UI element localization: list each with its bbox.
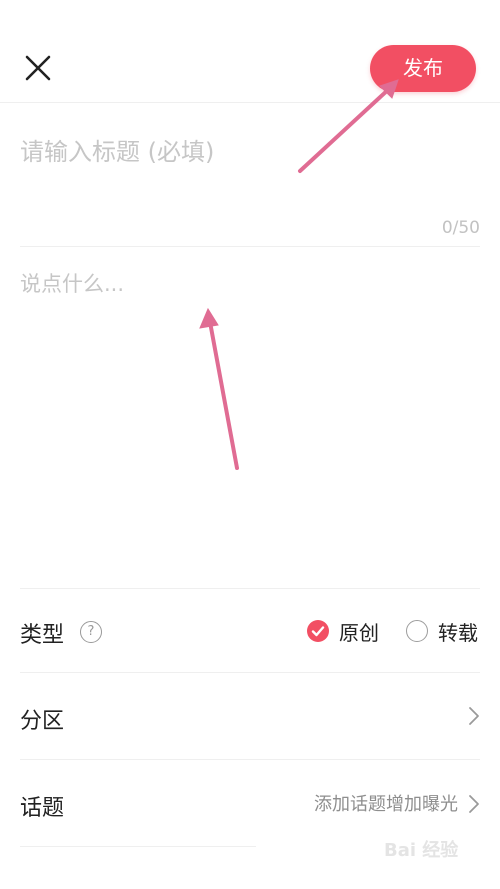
radio-repost-label: 转载 [438,620,478,645]
chevron-right-icon [469,795,479,813]
divider [20,588,480,589]
chevron-right-icon [469,707,479,725]
close-icon [25,55,51,81]
partition-row[interactable]: 分区 [0,673,500,759]
topic-label: 话题 [20,796,65,821]
publish-button[interactable]: 发布 [370,45,476,92]
radio-unchecked-icon [406,620,428,642]
content-input[interactable] [20,268,480,568]
title-char-counter: 0/50 [441,218,480,238]
radio-checked-icon [307,620,329,642]
top-bar: 发布 [0,0,500,102]
help-icon[interactable]: ? [80,621,102,643]
divider [20,246,480,247]
radio-original[interactable]: 原创 [307,617,379,645]
close-button[interactable] [20,50,56,86]
title-input[interactable] [20,130,460,174]
radio-repost[interactable]: 转载 [406,617,478,645]
watermark: Bai 经验 [384,840,459,861]
check-icon [311,626,325,637]
partition-label: 分区 [20,709,65,734]
divider [20,846,256,847]
type-label: 类型 [20,623,65,648]
radio-original-label: 原创 [339,620,379,645]
divider [0,102,500,103]
topic-hint: 添加话题增加曝光 [314,794,458,815]
